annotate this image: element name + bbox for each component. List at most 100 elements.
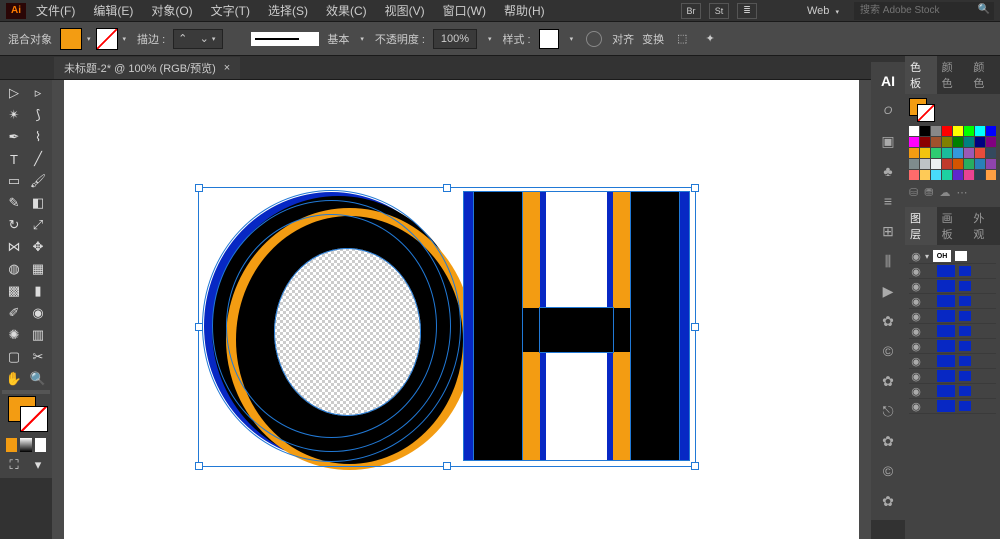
palette-swatch[interactable] <box>975 170 985 180</box>
dock-swatches-icon[interactable]: ⊞ <box>876 220 900 242</box>
dock-gear1-icon[interactable]: ✿ <box>876 310 900 332</box>
fill-swatch[interactable] <box>60 28 82 50</box>
palette-swatch[interactable] <box>986 137 996 147</box>
close-tab-icon[interactable]: × <box>224 62 230 74</box>
free-transform-tool[interactable]: ✥ <box>26 236 50 258</box>
palette-swatch[interactable] <box>953 170 963 180</box>
palette-swatch[interactable] <box>942 159 952 169</box>
dock-gear2-icon[interactable]: ✿ <box>876 370 900 392</box>
visibility-icon[interactable]: ◉ <box>911 371 921 381</box>
dock-align-icon[interactable]: ⫼ <box>876 250 900 272</box>
transform-label[interactable]: 变换 <box>642 31 664 47</box>
tab-artboards[interactable]: 画板 <box>937 207 969 245</box>
tab-layers[interactable]: 图层 <box>905 207 937 245</box>
handle-br[interactable] <box>692 463 698 469</box>
visibility-icon[interactable]: ◉ <box>911 356 921 366</box>
zoom-tool[interactable]: 🔍 <box>26 368 50 390</box>
menu-file[interactable]: 文件(F) <box>28 0 83 21</box>
menu-object[interactable]: 对象(O) <box>143 0 200 21</box>
layer-row[interactable]: ◉ <box>909 399 996 414</box>
palette-swatch[interactable] <box>964 170 974 180</box>
layer-row[interactable]: ◉ <box>909 279 996 294</box>
palette-swatch[interactable] <box>975 137 985 147</box>
palette-swatch[interactable] <box>942 126 952 136</box>
layer-row[interactable]: ◉ <box>909 324 996 339</box>
stroke-swatch[interactable] <box>96 28 118 50</box>
style-swatch[interactable] <box>539 29 559 49</box>
menu-effect[interactable]: 效果(C) <box>318 0 375 21</box>
screen-mode[interactable]: ⛶ <box>2 454 26 476</box>
palette-swatch[interactable] <box>909 170 919 180</box>
magic-wand-tool[interactable]: ✴ <box>2 104 26 126</box>
stroke-width[interactable]: ⌃ ⌄▾ <box>173 29 223 49</box>
width-tool[interactable]: ⋈ <box>2 236 26 258</box>
fill-dropdown[interactable]: ▾ <box>84 35 94 43</box>
shape-builder-tool[interactable]: ◍ <box>2 258 26 280</box>
dock-symbols-icon[interactable]: ♣ <box>876 160 900 182</box>
symbol-spray-tool[interactable]: ✺ <box>2 324 26 346</box>
dock-brushes-icon[interactable]: ≡ <box>876 190 900 212</box>
mini-swatch-none[interactable] <box>35 438 46 452</box>
canvas[interactable] <box>52 80 871 539</box>
layer-row[interactable]: ◉ <box>909 264 996 279</box>
palette-swatch[interactable] <box>920 170 930 180</box>
menu-type[interactable]: 文字(T) <box>203 0 258 21</box>
mini-swatch-gradient[interactable] <box>20 438 31 452</box>
dock-cc-icon[interactable]: © <box>876 340 900 362</box>
palette-swatch[interactable] <box>931 148 941 158</box>
palette-swatch[interactable] <box>975 126 985 136</box>
visibility-icon[interactable]: ◉ <box>911 311 921 321</box>
palette-swatch[interactable] <box>953 137 963 147</box>
pin-icon[interactable]: ✦ <box>700 29 720 49</box>
change-screen[interactable]: ▾ <box>26 454 50 476</box>
palette-swatch[interactable] <box>986 126 996 136</box>
folder-icon[interactable]: ⛃ <box>924 186 933 199</box>
palette-swatch[interactable] <box>909 137 919 147</box>
artboard-tool[interactable]: ▢ <box>2 346 26 368</box>
perspective-tool[interactable]: ▦ <box>26 258 50 280</box>
shaper-tool[interactable]: ✎ <box>2 192 26 214</box>
tab-color2[interactable]: 颜色 <box>968 56 1000 94</box>
eraser-tool[interactable]: ◧ <box>26 192 50 214</box>
handle-tl[interactable] <box>196 185 202 191</box>
dock-actions-icon[interactable]: ▶ <box>876 280 900 302</box>
palette-swatch[interactable] <box>931 159 941 169</box>
mini-swatch-fill[interactable] <box>6 438 17 452</box>
bridge-icon[interactable]: Br <box>681 3 701 19</box>
dock-cc2-icon[interactable]: © <box>876 460 900 482</box>
palette-swatch[interactable] <box>986 148 996 158</box>
visibility-icon[interactable]: ◉ <box>911 341 921 351</box>
menu-edit[interactable]: 编辑(E) <box>85 0 141 21</box>
palette-swatch[interactable] <box>920 126 930 136</box>
handle-mr[interactable] <box>692 324 698 330</box>
tab-swatches[interactable]: 色板 <box>905 56 937 94</box>
menu-window[interactable]: 窗口(W) <box>435 0 494 21</box>
layer-row[interactable]: ◉ <box>909 294 996 309</box>
visibility-icon[interactable]: ◉ <box>911 281 921 291</box>
blend-tool[interactable]: ◉ <box>26 302 50 324</box>
align-label[interactable]: 对齐 <box>612 31 634 47</box>
palette-swatch[interactable] <box>942 170 952 180</box>
handle-bl[interactable] <box>196 463 202 469</box>
line-tool[interactable]: ╱ <box>26 148 50 170</box>
visibility-icon[interactable]: ◉ <box>911 296 921 306</box>
lib-icon[interactable]: ⛁ <box>909 186 918 199</box>
palette-swatch[interactable] <box>964 148 974 158</box>
tab-color[interactable]: 颜色 <box>937 56 969 94</box>
layer-row[interactable]: ◉ <box>909 384 996 399</box>
palette-swatch[interactable] <box>931 137 941 147</box>
pen-tool[interactable]: ✒ <box>2 126 26 148</box>
tab-appearance[interactable]: 外观 <box>968 207 1000 245</box>
recolor-icon[interactable] <box>584 29 604 49</box>
cloud-icon[interactable]: ☁ <box>939 186 950 199</box>
palette-swatch[interactable] <box>909 159 919 169</box>
visibility-icon[interactable]: ◉ <box>911 251 921 261</box>
dock-character[interactable]: O <box>876 100 900 122</box>
visibility-icon[interactable]: ◉ <box>911 386 921 396</box>
selection-tool[interactable]: ▷ <box>2 82 26 104</box>
stroke-dropdown[interactable]: ▾ <box>120 35 130 43</box>
stroke-profile[interactable] <box>251 32 319 46</box>
handle-tr[interactable] <box>692 185 698 191</box>
curvature-tool[interactable]: ⌇ <box>26 126 50 148</box>
workspace-picker[interactable]: Web ▾ <box>803 5 846 17</box>
